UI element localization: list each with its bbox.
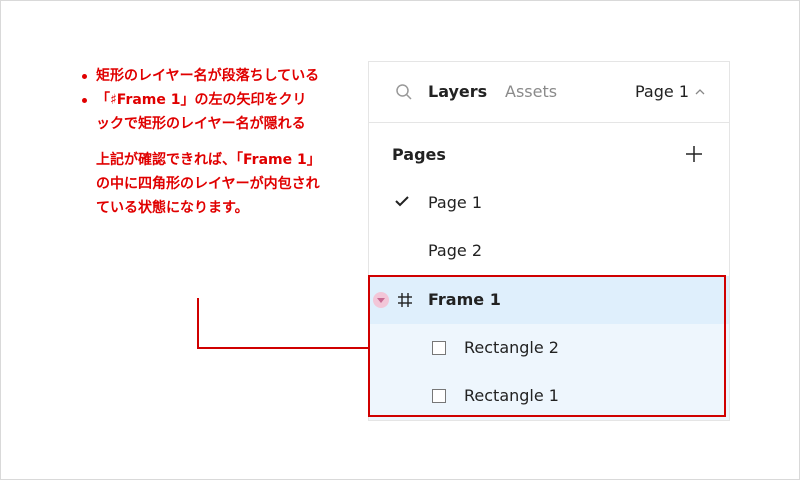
annotation-bullets: 矩形のレイヤー名が段落ちしている 「♯Frame 1」の左の矢印をクリックで矩形… xyxy=(80,64,320,136)
annotation-bullet: 矩形のレイヤー名が段落ちしている xyxy=(80,64,320,88)
layers-panel: Layers Assets Page 1 Pages Page 1 Page 2 xyxy=(368,61,730,421)
check-icon xyxy=(395,196,409,207)
connector-line-vertical xyxy=(197,298,199,349)
rectangle-icon xyxy=(432,341,446,355)
layer-row-rectangle-2[interactable]: Rectangle 2 xyxy=(369,324,729,372)
frame-hash-icon xyxy=(398,293,412,307)
layer-label: Rectangle 2 xyxy=(464,338,559,357)
search-icon[interactable] xyxy=(395,83,413,101)
panel-header: Layers Assets Page 1 xyxy=(369,62,729,123)
annotation-notes: 矩形のレイヤー名が段落ちしている 「♯Frame 1」の左の矢印をクリックで矩形… xyxy=(80,64,320,220)
layer-row-rectangle-1[interactable]: Rectangle 1 xyxy=(369,372,729,420)
page-item-label: Page 1 xyxy=(428,193,482,212)
page-item-label: Page 2 xyxy=(428,241,482,260)
annotation-bullet: 「♯Frame 1」の左の矢印をクリックで矩形のレイヤー名が隠れる xyxy=(80,88,320,136)
tab-layers[interactable]: Layers xyxy=(428,82,487,101)
plus-icon[interactable] xyxy=(685,145,703,163)
layer-row-frame-1[interactable]: Frame 1 xyxy=(369,276,729,324)
page-selector-label: Page 1 xyxy=(635,82,689,101)
page-selector[interactable]: Page 1 xyxy=(635,82,705,101)
chevron-up-icon xyxy=(695,88,705,94)
rectangle-icon xyxy=(432,389,446,403)
connector-line-horizontal xyxy=(197,347,369,349)
layer-label: Frame 1 xyxy=(428,290,501,309)
pages-section-header: Pages xyxy=(369,123,729,179)
tab-assets[interactable]: Assets xyxy=(505,82,557,101)
layer-label: Rectangle 1 xyxy=(464,386,559,405)
pages-title: Pages xyxy=(392,145,446,164)
page-item-page-1[interactable]: Page 1 xyxy=(369,179,729,227)
caret-down-icon[interactable] xyxy=(373,292,389,308)
annotation-paragraph: 上記が確認できれば、「Frame 1」の中に四角形のレイヤーが内包されている状態… xyxy=(96,152,320,216)
page-item-page-2[interactable]: Page 2 xyxy=(369,227,729,275)
layer-list: Frame 1 Rectangle 2 Rectangle 1 xyxy=(369,276,729,420)
